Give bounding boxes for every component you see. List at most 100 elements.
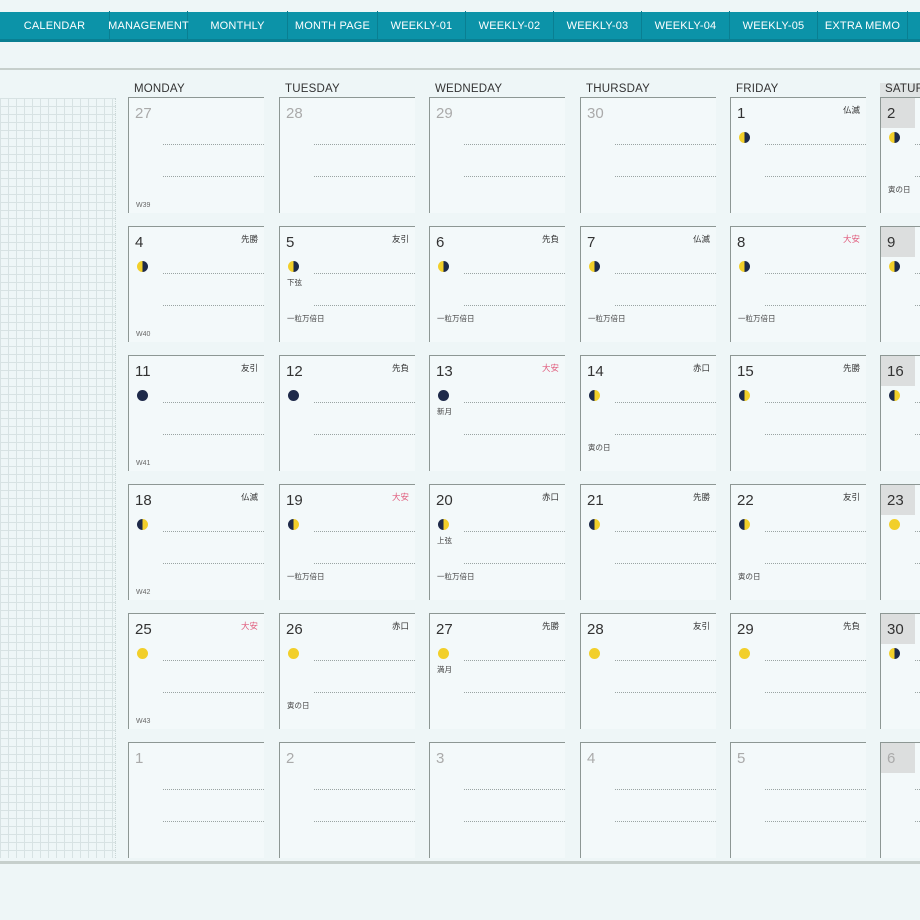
- lucky-day-note: 寅の日: [287, 701, 310, 710]
- day-cell[interactable]: 16: [880, 355, 920, 471]
- writing-line: [464, 789, 565, 790]
- day-cell[interactable]: 1 仏滅: [730, 97, 866, 213]
- day-cell[interactable]: 3: [429, 742, 565, 858]
- day-cell[interactable]: 12 先負: [279, 355, 415, 471]
- nav-tab-weekly-04[interactable]: WEEKLY-04: [642, 10, 730, 41]
- day-cell[interactable]: 30: [880, 613, 920, 729]
- moon-phase-icon: [589, 648, 600, 659]
- date-number: 4: [587, 750, 596, 767]
- nav-tab-extra-memo[interactable]: EXTRA MEMO: [818, 10, 908, 41]
- rokuyo-label: 友引: [391, 234, 409, 244]
- rokuyo-label: 大安: [240, 621, 258, 631]
- date-number: 18: [135, 492, 152, 509]
- date-number: 30: [587, 105, 604, 122]
- nav-tab-weekly-03[interactable]: WEEKLY-03: [554, 10, 642, 41]
- rokuyo-label: 友引: [240, 363, 258, 373]
- day-cell[interactable]: 29 先負: [730, 613, 866, 729]
- day-cell[interactable]: 15 先勝: [730, 355, 866, 471]
- date-number: 20: [436, 492, 453, 509]
- day-cell[interactable]: 6 先負 一粒万倍日: [429, 226, 565, 342]
- writing-line: [464, 273, 565, 274]
- date-number: 21: [587, 492, 604, 509]
- day-cell[interactable]: 6: [880, 742, 920, 858]
- writing-line: [163, 305, 264, 306]
- nav-tab-month-page[interactable]: MONTH PAGE: [288, 10, 378, 41]
- day-cell[interactable]: 5: [730, 742, 866, 858]
- day-cell[interactable]: 9: [880, 226, 920, 342]
- writing-line: [765, 692, 866, 693]
- day-cell[interactable]: 8 大安 一粒万倍日: [730, 226, 866, 342]
- day-cell[interactable]: 13 大安 新月: [429, 355, 565, 471]
- day-cell[interactable]: 11 友引 W41: [128, 355, 264, 471]
- writing-line: [163, 402, 264, 403]
- week-number: W42: [136, 589, 151, 596]
- day-cell[interactable]: 28 友引: [580, 613, 716, 729]
- moon-note: 満月: [437, 665, 452, 674]
- day-cell[interactable]: 23: [880, 484, 920, 600]
- date-number: 27: [436, 621, 453, 638]
- writing-line: [915, 660, 920, 661]
- day-cell[interactable]: 14 赤口 寅の日: [580, 355, 716, 471]
- writing-line: [464, 660, 565, 661]
- moon-phase-icon: [589, 519, 600, 530]
- moon-phase-icon: [739, 390, 750, 401]
- moon-phase-icon: [739, 519, 750, 530]
- day-cell[interactable]: 30: [580, 97, 716, 213]
- writing-line: [464, 144, 565, 145]
- moon-note: 上弦: [437, 536, 452, 545]
- moon-phase-icon: [288, 261, 299, 272]
- writing-line: [464, 692, 565, 693]
- nav-tab-weekly-05[interactable]: WEEKLY-05: [730, 10, 818, 41]
- rokuyo-label: 先勝: [842, 363, 860, 373]
- day-cell[interactable]: 26 赤口 寅の日: [279, 613, 415, 729]
- writing-line: [615, 434, 716, 435]
- writing-line: [464, 531, 565, 532]
- writing-line: [765, 563, 866, 564]
- day-cell[interactable]: 18 仏滅 W42: [128, 484, 264, 600]
- day-cell[interactable]: 1: [128, 742, 264, 858]
- nav-tab-management[interactable]: MANAGEMENT: [108, 10, 189, 41]
- week-number: W41: [136, 460, 151, 467]
- day-cell[interactable]: 4 先勝 W40: [128, 226, 264, 342]
- day-cell[interactable]: 2: [279, 742, 415, 858]
- rokuyo-label: 先負: [842, 621, 860, 631]
- rokuyo-label: 先負: [541, 234, 559, 244]
- day-cell[interactable]: 29: [429, 97, 565, 213]
- day-cell[interactable]: 20 赤口 上弦 一粒万倍日: [429, 484, 565, 600]
- moon-phase-icon: [889, 519, 900, 530]
- day-cell[interactable]: 22 友引 寅の日: [730, 484, 866, 600]
- nav-tab-weekly-01[interactable]: WEEKLY-01: [378, 10, 466, 41]
- day-cell[interactable]: 21 先勝: [580, 484, 716, 600]
- writing-line: [915, 789, 920, 790]
- notes-grid-area[interactable]: [0, 98, 116, 858]
- writing-line: [615, 789, 716, 790]
- date-number: 4: [135, 234, 144, 251]
- day-cell[interactable]: 5 友引 下弦 一粒万倍日: [279, 226, 415, 342]
- day-cell[interactable]: 27 先勝満月: [429, 613, 565, 729]
- lucky-day-note: 一粒万倍日: [437, 314, 475, 323]
- rokuyo-label: 先勝: [692, 492, 710, 502]
- day-cell[interactable]: 25 大安 W43: [128, 613, 264, 729]
- moon-phase-icon: [137, 648, 148, 659]
- writing-line: [314, 176, 415, 177]
- rokuyo-label: 先勝: [541, 621, 559, 631]
- writing-line: [765, 305, 866, 306]
- moon-phase-icon: [589, 261, 600, 272]
- writing-line: [314, 563, 415, 564]
- day-cell[interactable]: 4: [580, 742, 716, 858]
- rokuyo-label: 大安: [391, 492, 409, 502]
- date-number: 9: [887, 234, 896, 251]
- lucky-day-note: 一粒万倍日: [287, 572, 325, 581]
- day-cell[interactable]: 28: [279, 97, 415, 213]
- nav-tab-calendar[interactable]: CALENDAR: [0, 10, 110, 41]
- date-number: 16: [887, 363, 904, 380]
- rokuyo-label: 大安: [541, 363, 559, 373]
- day-cell[interactable]: 2 寅の日: [880, 97, 920, 213]
- nav-tab-monthly[interactable]: MONTHLY: [188, 10, 288, 41]
- lucky-day-note: 一粒万倍日: [287, 314, 325, 323]
- day-cell[interactable]: 7 仏滅 一粒万倍日: [580, 226, 716, 342]
- day-cell[interactable]: 27 W39: [128, 97, 264, 213]
- writing-line: [915, 176, 920, 177]
- nav-tab-weekly-02[interactable]: WEEKLY-02: [466, 10, 554, 41]
- day-cell[interactable]: 19 大安 一粒万倍日: [279, 484, 415, 600]
